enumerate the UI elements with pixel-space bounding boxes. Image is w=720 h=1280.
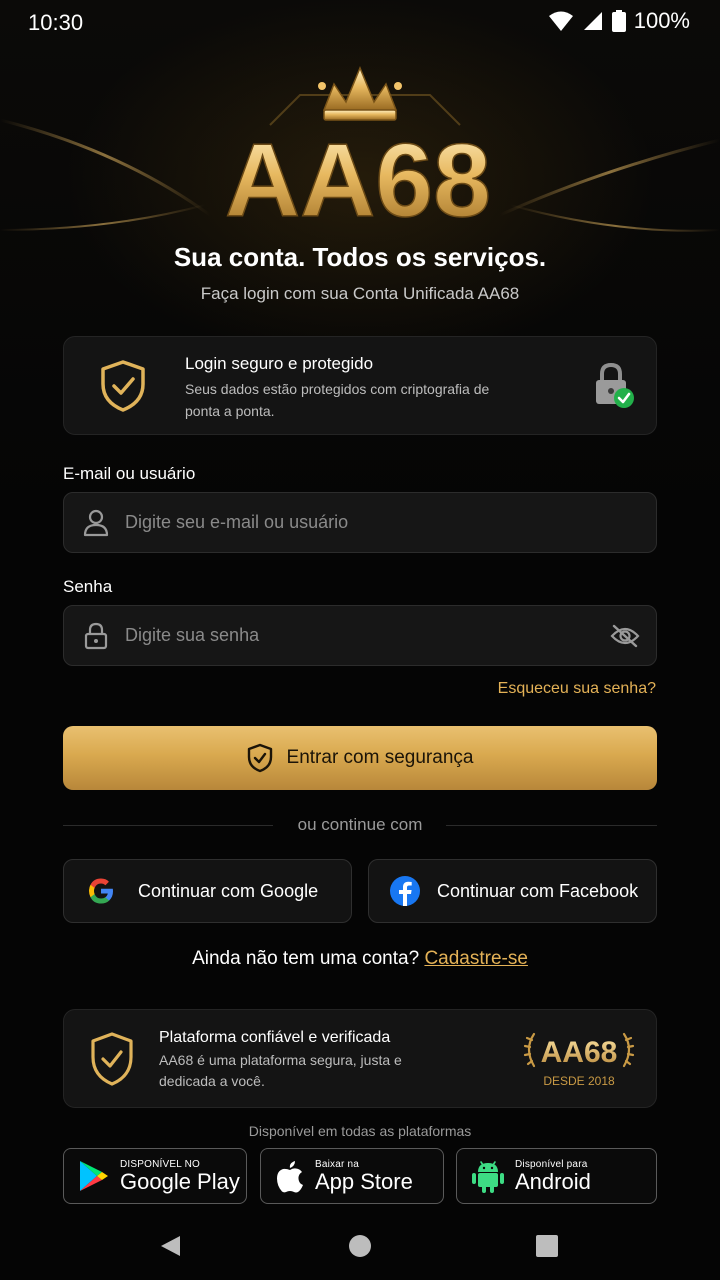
aa68-since-badge: AA68 DESDE 2018 xyxy=(523,1032,635,1088)
divider-text: ou continue com xyxy=(297,815,423,834)
trust-card-description: AA68 é uma plataforma segura, justa e de… xyxy=(159,1052,402,1089)
signup-prompt: Ainda não tem uma conta? Cadastre-se xyxy=(0,948,720,970)
email-input[interactable] xyxy=(125,493,656,552)
shield-check-icon xyxy=(101,360,145,412)
cell-signal-icon xyxy=(583,12,602,30)
google-play-label: Google Play xyxy=(120,1168,240,1194)
google-play-icon xyxy=(80,1161,108,1191)
back-icon[interactable] xyxy=(158,1234,182,1258)
google-login-button[interactable]: Continuar com Google xyxy=(63,859,352,923)
recents-icon[interactable] xyxy=(535,1234,559,1258)
shield-check-icon xyxy=(247,743,272,773)
trust-card-title: Plataforma confiável e verificada xyxy=(159,1029,391,1046)
facebook-login-button[interactable]: Continuar com Facebook xyxy=(368,859,657,923)
facebook-icon xyxy=(390,876,420,906)
app-store-label: App Store xyxy=(315,1168,413,1194)
android-label: Android xyxy=(515,1168,591,1194)
svg-text:AA68: AA68 xyxy=(225,123,491,230)
app-store-small-text: Baixar na xyxy=(315,1158,360,1170)
android-small-text: Disponível para xyxy=(515,1158,588,1170)
facebook-login-label: Continuar com Facebook xyxy=(437,880,639,901)
forgot-password-link[interactable]: Esqueceu sua senha? xyxy=(498,680,656,698)
app-store-button[interactable]: Baixar na App Store xyxy=(260,1148,444,1204)
battery-icon xyxy=(611,10,626,32)
google-login-label: Continuar com Google xyxy=(138,880,319,901)
google-play-button[interactable]: DISPONÍVEL NO Google Play xyxy=(63,1148,247,1204)
laurel-left-icon xyxy=(523,1032,536,1068)
signup-prompt-text: Ainda não tem uma conta? xyxy=(192,948,420,969)
password-field-container xyxy=(63,605,657,666)
status-icons: 100% xyxy=(548,8,690,34)
crown-icon xyxy=(318,66,402,121)
wifi-icon xyxy=(548,11,573,31)
lock-verified-icon xyxy=(596,362,634,408)
battery-percentage: 100% xyxy=(633,8,690,33)
password-input[interactable] xyxy=(125,606,610,665)
page-subheadline: Faça login com sua Conta Unificada AA68 xyxy=(200,284,520,303)
laurel-right-icon xyxy=(622,1032,635,1068)
android-icon xyxy=(472,1161,504,1193)
login-button[interactable]: Entrar com segurança xyxy=(63,726,657,790)
svg-text:DESDE 2018: DESDE 2018 xyxy=(543,1074,615,1088)
google-play-small-text: DISPONÍVEL NO xyxy=(120,1158,201,1170)
password-label: Senha xyxy=(63,577,113,596)
svg-text:AA68: AA68 xyxy=(541,1036,618,1069)
google-icon xyxy=(89,878,113,904)
lock-icon xyxy=(84,622,108,649)
android-button[interactable]: Disponível para Android xyxy=(456,1148,657,1204)
aa68-logo: AA68 xyxy=(224,66,492,230)
platforms-caption: Disponível em todas as plataformas xyxy=(248,1123,472,1139)
page-headline: Sua conta. Todos os serviços. xyxy=(173,242,547,272)
secure-card-title: Login seguro e protegido xyxy=(185,354,374,373)
email-field-container xyxy=(63,492,657,553)
signup-link[interactable]: Cadastre-se xyxy=(424,948,528,969)
home-icon[interactable] xyxy=(348,1234,372,1258)
user-icon xyxy=(83,509,109,536)
apple-icon xyxy=(277,1161,303,1193)
login-button-label: Entrar com segurança xyxy=(286,747,474,768)
status-time: 10:30 xyxy=(28,10,84,35)
system-navigation-bar xyxy=(0,1210,720,1280)
secure-card-description: Seus dados estão protegidos com criptogr… xyxy=(185,381,490,419)
eye-off-icon[interactable] xyxy=(610,624,640,648)
shield-check-icon xyxy=(91,1032,133,1086)
email-label: E-mail ou usuário xyxy=(63,464,196,483)
